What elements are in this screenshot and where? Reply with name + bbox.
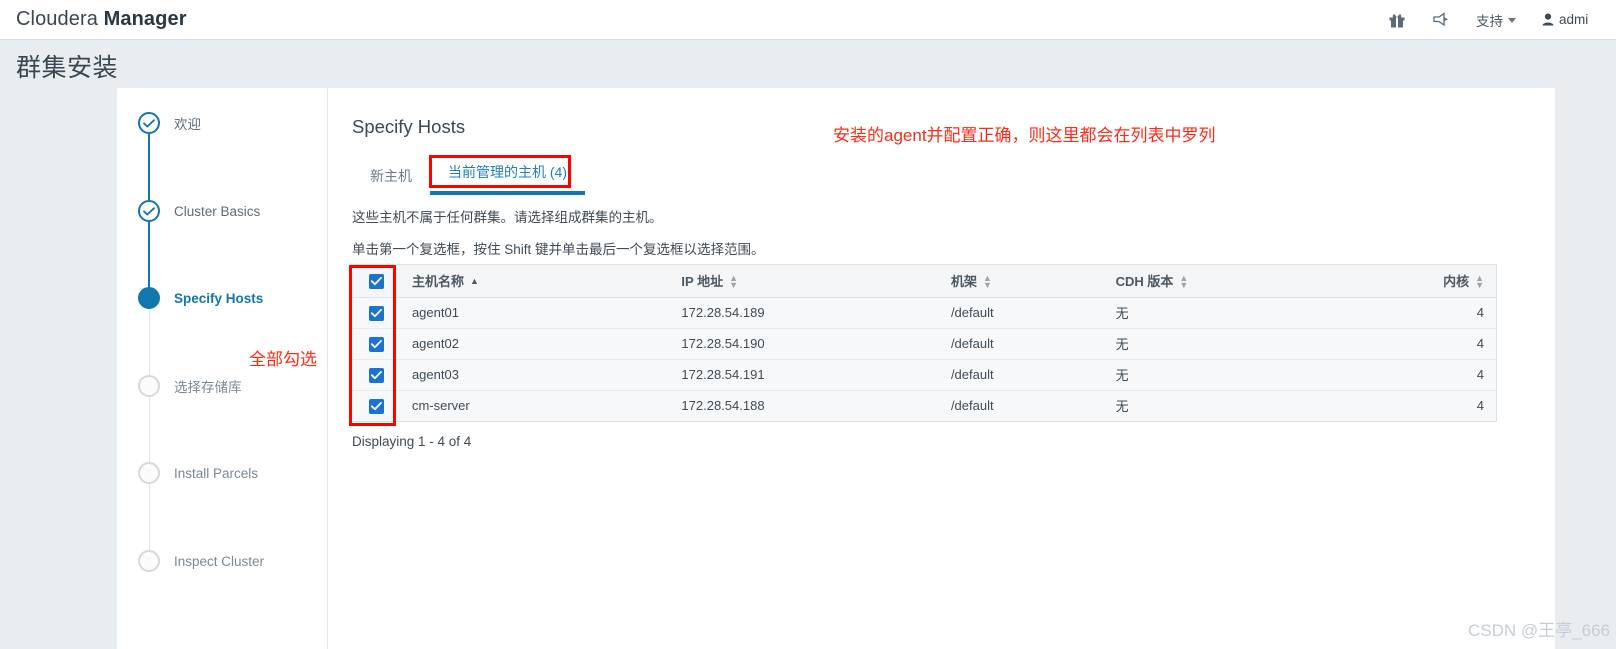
table-row[interactable]: agent02 172.28.54.190 /default 无 4 bbox=[352, 328, 1496, 360]
header-ip-label: IP 地址 bbox=[681, 274, 724, 290]
sidebar-item-inspect-cluster[interactable]: Inspect Cluster bbox=[138, 550, 264, 572]
csdn-watermark: CSDN @王亭_666 bbox=[1468, 621, 1610, 640]
table-row[interactable]: cm-server 172.28.54.188 /default 无 4 bbox=[352, 390, 1496, 421]
cell-cdh-version: 无 bbox=[1103, 297, 1414, 329]
annotation-top-note: 安装的agent并配置正确，则这里都会在列表中罗列 bbox=[833, 126, 1216, 145]
cell-ip: 172.28.54.188 bbox=[669, 390, 939, 421]
announcement-icon[interactable] bbox=[1432, 11, 1450, 29]
cell-cdh-version: 无 bbox=[1103, 390, 1414, 421]
header-rack[interactable]: 机架 ▲ ▼ bbox=[938, 265, 1104, 298]
content-card: 欢迎 Cluster Basics Specify Hosts 选择存储库 In… bbox=[117, 88, 1555, 649]
sidebar-item-install-parcels[interactable]: Install Parcels bbox=[138, 462, 258, 484]
cell-rack: /default bbox=[938, 390, 1104, 421]
cell-rack: /default bbox=[938, 297, 1104, 329]
sort-indicator-asc-icon: ▲ bbox=[469, 276, 479, 287]
top-navbar: Cloudera Manager 支持 admi bbox=[0, 0, 1616, 40]
cell-hostname: agent02 bbox=[399, 328, 670, 360]
cell-ip: 172.28.54.189 bbox=[669, 297, 939, 329]
user-label: admi bbox=[1559, 12, 1589, 27]
sidebar-item-specify-hosts[interactable]: Specify Hosts bbox=[138, 287, 263, 309]
cell-ip: 172.28.54.190 bbox=[669, 328, 939, 360]
app-root: Cloudera Manager 支持 admi 群集安装 欢迎 Cluster… bbox=[0, 0, 1616, 649]
annotation-box-checkbox-column bbox=[349, 265, 396, 426]
sidebar-item-label: Cluster Basics bbox=[174, 203, 261, 219]
cell-cores: 4 bbox=[1413, 359, 1496, 391]
header-rack-label: 机架 bbox=[950, 274, 977, 290]
note-line-1: 这些主机不属于任何群集。请选择组成群集的主机。 bbox=[352, 210, 663, 225]
page-title: 群集安装 bbox=[16, 54, 119, 82]
cell-ip: 172.28.54.191 bbox=[669, 359, 939, 391]
note-line-2: 单击第一个复选框，按住 Shift 键并单击最后一个复选框以选择范围。 bbox=[352, 242, 765, 257]
cell-rack: /default bbox=[938, 359, 1104, 391]
step-bullet-pending-icon bbox=[138, 375, 160, 397]
sort-indicator-icon: ▲ ▼ bbox=[1179, 272, 1189, 290]
cell-cores: 4 bbox=[1413, 297, 1496, 329]
step-bullet-done-icon bbox=[138, 200, 160, 222]
gift-icon[interactable] bbox=[1388, 11, 1406, 29]
step-bullet-pending-icon bbox=[138, 462, 160, 484]
cell-rack: /default bbox=[938, 328, 1104, 360]
table-row[interactable]: agent01 172.28.54.189 /default 无 4 bbox=[352, 297, 1496, 329]
chevron-down-icon bbox=[1508, 18, 1516, 23]
sidebar-item-label: 欢迎 bbox=[174, 117, 201, 132]
check-icon bbox=[143, 118, 155, 127]
brand-bold: Manager bbox=[103, 8, 187, 30]
hosts-table-head: 主机名称 ▲ IP 地址 ▲ ▼ 机架 ▲ ▼ CDH 版本 ▲ ▼ 内核 ▲ … bbox=[352, 265, 1496, 298]
pagination-status: Displaying 1 - 4 of 4 bbox=[352, 434, 472, 449]
sidebar-item-label: Install Parcels bbox=[174, 465, 259, 481]
step-bullet-pending-icon bbox=[138, 550, 160, 572]
sort-indicator-icon: ▲ ▼ bbox=[982, 272, 992, 290]
table-header-row: 主机名称 ▲ IP 地址 ▲ ▼ 机架 ▲ ▼ CDH 版本 ▲ ▼ 内核 ▲ … bbox=[352, 265, 1496, 298]
step-bullet-done-icon bbox=[138, 112, 160, 134]
annotation-checkbox-note: 全部勾选 bbox=[249, 350, 317, 369]
cell-cdh-version: 无 bbox=[1103, 328, 1414, 360]
hosts-table-container: 主机名称 ▲ IP 地址 ▲ ▼ 机架 ▲ ▼ CDH 版本 ▲ ▼ 内核 ▲ … bbox=[351, 264, 1497, 422]
cell-hostname: agent03 bbox=[399, 359, 670, 391]
check-icon bbox=[143, 206, 155, 215]
support-menu[interactable]: 支持 bbox=[1476, 10, 1516, 30]
header-cdh-version[interactable]: CDH 版本 ▲ ▼ bbox=[1103, 265, 1414, 298]
brand-logo[interactable]: Cloudera Manager bbox=[16, 8, 187, 31]
sidebar-item-cluster-basics[interactable]: Cluster Basics bbox=[138, 200, 260, 222]
header-cores-label: 内核 bbox=[1443, 274, 1470, 290]
cell-cdh-version: 无 bbox=[1103, 359, 1414, 391]
main-title: Specify Hosts bbox=[352, 116, 466, 137]
header-ip[interactable]: IP 地址 ▲ ▼ bbox=[669, 265, 939, 298]
cell-hostname: agent01 bbox=[399, 297, 670, 329]
sidebar-item-select-repository[interactable]: 选择存储库 bbox=[138, 375, 242, 397]
navbar-right-group: 支持 admi bbox=[1388, 0, 1616, 39]
header-hostname-label: 主机名称 bbox=[411, 274, 464, 290]
header-cores[interactable]: 内核 ▲ ▼ bbox=[1413, 265, 1496, 298]
user-icon bbox=[1542, 13, 1554, 26]
cell-hostname: cm-server bbox=[399, 390, 670, 421]
brand-prefix: Cloudera bbox=[16, 8, 104, 30]
tab-new-hosts[interactable]: 新主机 bbox=[352, 160, 430, 195]
support-label: 支持 bbox=[1476, 13, 1503, 29]
table-row[interactable]: agent03 172.28.54.191 /default 无 4 bbox=[352, 359, 1496, 391]
header-cdh-label: CDH 版本 bbox=[1115, 274, 1174, 290]
sidebar-item-label: Inspect Cluster bbox=[174, 553, 265, 569]
sort-indicator-icon: ▲ ▼ bbox=[1475, 272, 1484, 290]
sort-indicator-icon: ▲ ▼ bbox=[729, 272, 739, 290]
sidebar-item-label: Specify Hosts bbox=[174, 290, 264, 306]
sidebar-item-label: 选择存储库 bbox=[174, 380, 242, 395]
user-menu[interactable]: admi bbox=[1542, 12, 1616, 27]
cell-cores: 4 bbox=[1413, 390, 1496, 421]
hosts-table-body: agent01 172.28.54.189 /default 无 4 agent… bbox=[352, 297, 1496, 421]
cell-cores: 4 bbox=[1413, 328, 1496, 360]
hosts-table: 主机名称 ▲ IP 地址 ▲ ▼ 机架 ▲ ▼ CDH 版本 ▲ ▼ 内核 ▲ … bbox=[352, 265, 1496, 421]
annotation-box-tab bbox=[429, 155, 571, 188]
step-bullet-current-icon bbox=[138, 287, 160, 309]
header-hostname[interactable]: 主机名称 ▲ bbox=[399, 265, 670, 298]
sidebar-item-welcome[interactable]: 欢迎 bbox=[138, 112, 201, 134]
